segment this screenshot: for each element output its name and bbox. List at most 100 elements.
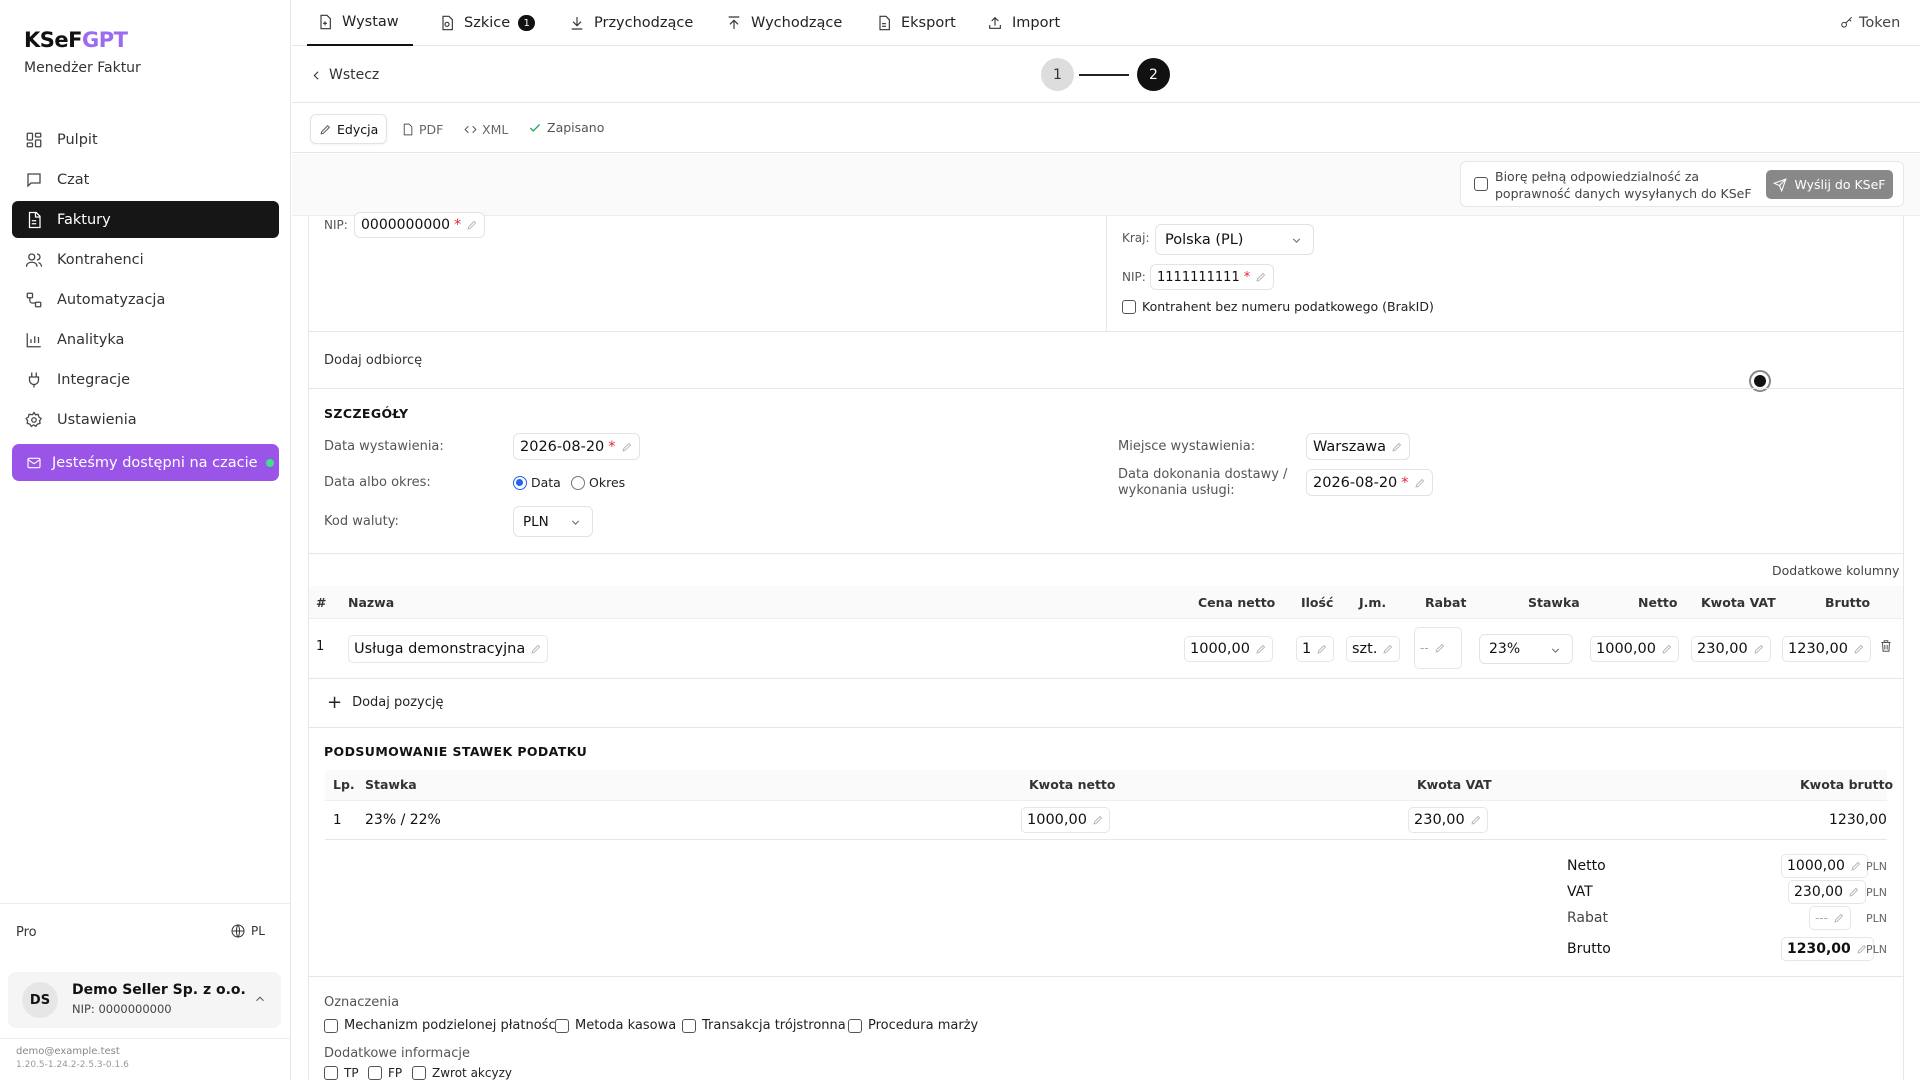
plan-label: Pro [16,925,37,940]
no-tax-id-checkbox[interactable] [1122,299,1136,314]
place-field[interactable]: Warszawa [1306,433,1411,460]
app-logo[interactable]: KSeFGPT [24,28,128,52]
sidebar-item-analityka[interactable]: Analityka [12,321,279,358]
token-button[interactable]: Token [1840,0,1900,46]
language-switcher[interactable]: PL [230,923,265,939]
marking-option[interactable]: Transakcja trójstronna [682,1018,846,1033]
radio-period-label: Okres [589,475,626,490]
currency-select[interactable]: PLN [513,506,593,537]
country-select[interactable]: Polska (PL) [1155,224,1314,255]
extra-info-option[interactable]: FP [368,1066,402,1080]
total-net-label: Netto [1567,858,1606,874]
drafts-count-badge: 1 [518,15,536,31]
sidebar-item-integracje[interactable]: Integracje [12,361,279,398]
pencil-icon [1435,643,1444,653]
trash-icon[interactable] [1879,639,1893,653]
divider [325,839,1887,840]
summary-vat-field[interactable]: 230,00 [1408,807,1488,833]
total-net-field[interactable]: 1000,00 [1781,854,1868,878]
sidebar-nav: Pulpit Czat Faktury Kontrahenci Automaty… [12,121,279,441]
file-plus-icon [320,14,331,30]
total-net-value: 1000,00 [1787,858,1845,874]
summary-net-field[interactable]: 1000,00 [1021,807,1110,833]
col-header-rate: Stawka [365,777,417,792]
sidebar-item-ustawienia[interactable]: Ustawienia [12,401,279,438]
tab-xml[interactable]: XML [456,114,516,144]
back-button[interactable]: Wstecz [310,67,379,83]
sidebar-item-faktury[interactable]: Faktury [12,201,279,238]
radio-date[interactable] [513,475,527,490]
pencil-icon [467,220,477,230]
tab-eksport[interactable]: Eksport [876,0,956,46]
item-discount-field[interactable]: -- [1414,627,1462,669]
excise-refund-checkbox[interactable] [412,1066,426,1080]
item-net-field[interactable]: 1000,00 [1590,636,1679,662]
tab-przychodzace[interactable]: Przychodzące [569,0,693,46]
radio-period[interactable] [571,475,585,490]
sidebar-item-kontrahenci[interactable]: Kontrahenci [12,241,279,278]
cash-method-checkbox[interactable] [555,1018,569,1033]
item-gross-field[interactable]: 1230,00 [1782,636,1871,662]
chevron-left-icon [313,70,319,80]
sidebar-item-automatyzacja[interactable]: Automatyzacja [12,281,279,318]
tab-wystaw[interactable]: Wystaw [307,0,413,46]
item-name-value: Usługa demonstracyjna [354,641,526,657]
sidebar-item-czat[interactable]: Czat [12,161,279,198]
total-gross-field[interactable]: 1230,00 [1781,937,1874,961]
marking-option[interactable]: Mechanizm podzielonej płatności [324,1018,559,1033]
tab-wychodzace[interactable]: Wychodzące [726,0,842,46]
delivery-date-field[interactable]: 2026-08-20 * [1306,469,1433,496]
wizard-step-1[interactable]: 1 [1041,58,1074,91]
col-header-vat-amount: Kwota VAT [1417,777,1492,792]
item-vat-field[interactable]: 230,00 [1691,636,1771,662]
currency-code: PLN [1866,943,1887,956]
issue-date-label: Data wystawienia: [324,439,444,454]
divider [1106,216,1107,331]
tab-pdf[interactable]: PDF [393,114,451,144]
item-rate-select[interactable]: 23% [1479,634,1573,664]
col-header-price: Cena netto [1198,595,1276,610]
marking-option[interactable]: Metoda kasowa [555,1018,676,1033]
account-switcher[interactable]: DS Demo Seller Sp. z o.o. NIP: 000000000… [8,972,281,1028]
split-payment-checkbox[interactable] [324,1018,338,1033]
tab-import[interactable]: Import [987,0,1060,46]
marking-option[interactable]: Procedura marży [848,1018,978,1033]
wizard-step-2[interactable]: 2 [1137,58,1170,91]
triangular-transaction-checkbox[interactable] [682,1018,696,1033]
divider [308,553,1904,554]
item-qty-value: 1 [1302,641,1312,657]
tab-szkice[interactable]: Szkice 1 [439,0,536,46]
check-icon [529,123,541,132]
item-qty-field[interactable]: 1 [1296,636,1335,662]
divider [0,903,291,904]
radio-date-option[interactable]: Data [513,475,561,490]
add-recipient-link[interactable]: Dodaj odbiorcę [324,353,422,368]
pencil-icon [1317,644,1327,654]
extra-info-option[interactable]: Zwrot akcyzy [412,1066,512,1080]
tp-checkbox[interactable] [324,1066,338,1080]
tab-edit[interactable]: Edycja [310,114,388,144]
buyer-nip-field[interactable]: 1111111111 * [1150,264,1275,290]
item-price-field[interactable]: 1000,00 [1184,636,1273,662]
item-name-field[interactable]: Usługa demonstracyjna [348,635,549,663]
item-unit-field[interactable]: szt. [1346,636,1401,662]
margin-procedure-checkbox[interactable] [848,1018,862,1033]
chat-promo-button[interactable]: Jesteśmy dostępni na czacie [12,444,279,481]
app-version: 1.20.5-1.24.2-2.5.3-0.1.6 [16,1060,129,1070]
add-item-button[interactable]: + Dodaj pozycję [327,694,444,712]
no-tax-id-option[interactable]: Kontrahent bez numeru podatkowego (BrakI… [1122,299,1434,314]
sidebar-item-label: Czat [57,171,90,188]
fp-checkbox[interactable] [368,1066,382,1080]
radio-period-option[interactable]: Okres [571,475,625,490]
responsibility-checkbox[interactable] [1474,177,1488,191]
total-discount-field[interactable]: --- [1809,906,1851,930]
total-vat-field[interactable]: 230,00 [1788,880,1866,904]
send-to-ksef-button[interactable]: Wyślij do KSeF [1766,170,1893,199]
extra-columns-button[interactable]: Dodatkowe kolumny [1772,563,1899,578]
file-export-icon [879,15,890,31]
extra-info-option[interactable]: TP [324,1066,359,1080]
details-section-title: SZCZEGÓŁY [324,406,409,421]
issue-date-field[interactable]: 2026-08-20 * [513,433,640,460]
sidebar-item-pulpit[interactable]: Pulpit [12,121,279,158]
seller-nip-field[interactable]: 0000000000 * [354,212,486,238]
